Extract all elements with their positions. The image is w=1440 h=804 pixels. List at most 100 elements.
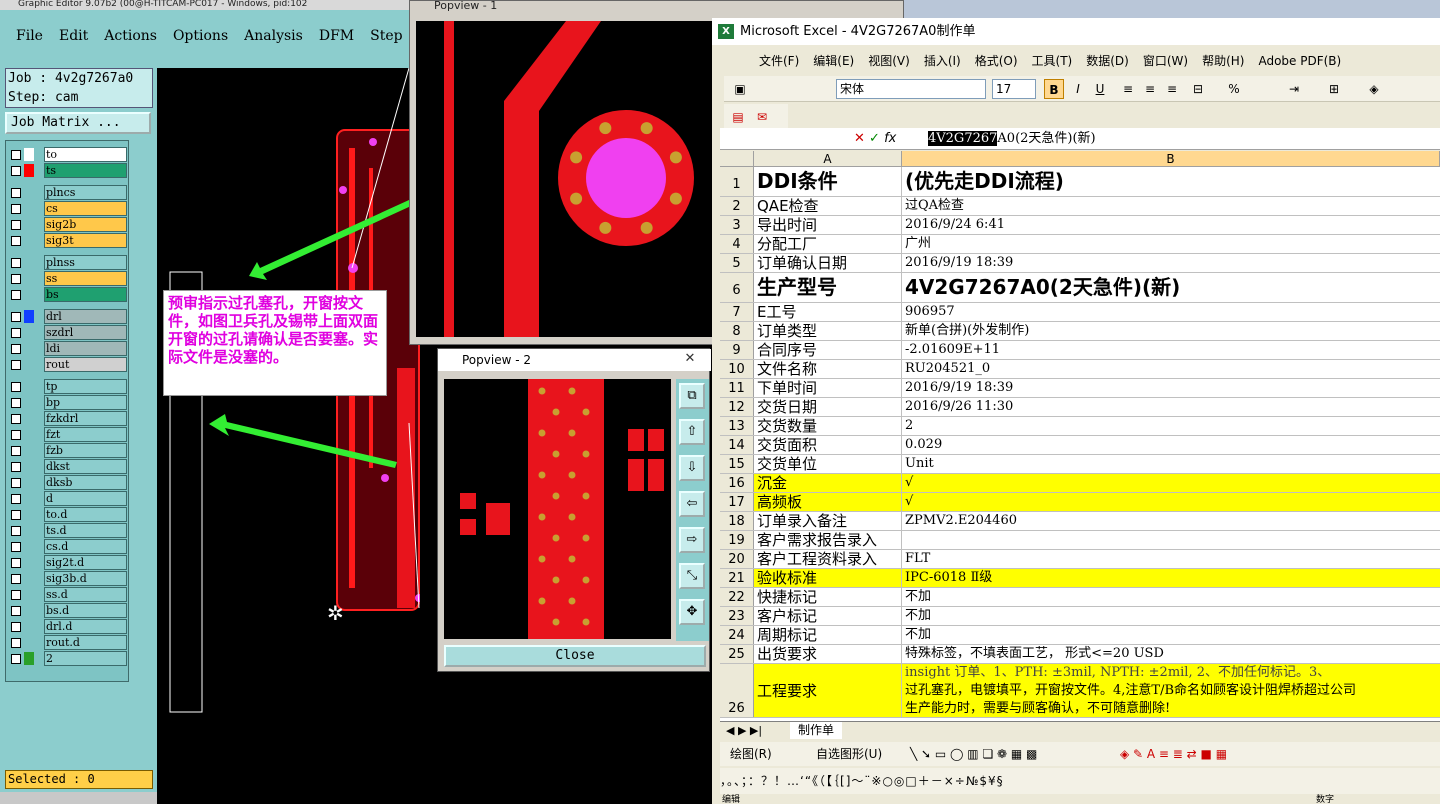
- layer-color-swatch[interactable]: [24, 380, 34, 393]
- menu-file-cn[interactable]: 文件(F): [752, 50, 806, 72]
- layer-row[interactable]: drl: [9, 309, 127, 324]
- menu-help-cn[interactable]: 帮助(H): [1195, 50, 1251, 72]
- menu-edit[interactable]: Edit: [51, 24, 96, 52]
- layer-color-swatch[interactable]: [24, 428, 34, 441]
- cell-a[interactable]: E工号: [754, 303, 902, 321]
- cell-a[interactable]: 分配工厂: [754, 235, 902, 253]
- cell-b[interactable]: 不加: [902, 626, 1440, 644]
- menu-file[interactable]: File: [8, 24, 51, 52]
- sheet-row[interactable]: 6 生产型号 4V2G7267A0(2天急件)(新): [720, 273, 1440, 303]
- draw-menu[interactable]: 绘图(R): [730, 742, 772, 766]
- autoshape-menu[interactable]: 自选图形(U): [816, 742, 882, 766]
- sheet-row[interactable]: 23 客户标记 不加: [720, 607, 1440, 626]
- layer-checkbox[interactable]: [11, 236, 21, 246]
- sheet-row[interactable]: 8 订单类型 新单(合拼)(外发制作): [720, 322, 1440, 341]
- layer-name[interactable]: fzt: [44, 427, 127, 442]
- cell-b[interactable]: 2016/9/19 18:39: [902, 254, 1440, 272]
- fill-color-icon[interactable]: ◈: [1364, 79, 1384, 99]
- layer-row[interactable]: fzt: [9, 427, 127, 442]
- tab-nav-icon[interactable]: ◀ ▶ ▶|: [726, 722, 762, 739]
- layer-checkbox[interactable]: [11, 510, 21, 520]
- layer-color-swatch[interactable]: [24, 396, 34, 409]
- font-color-icon[interactable]: ◈ ✎ A ≡ ≣ ⇄ ■ ▦: [1120, 742, 1227, 766]
- board-canvas[interactable]: ✲: [157, 67, 423, 804]
- cell-b[interactable]: FLT: [902, 550, 1440, 568]
- menu-dfm[interactable]: DFM: [311, 24, 362, 52]
- layer-color-swatch[interactable]: [24, 234, 34, 247]
- cell-b[interactable]: 过QA检查: [902, 197, 1440, 215]
- row-header[interactable]: 16: [720, 474, 754, 492]
- align-center-icon[interactable]: ≡: [1140, 79, 1160, 99]
- layer-row[interactable]: fzkdrl: [9, 411, 127, 426]
- layer-checkbox[interactable]: [11, 312, 21, 322]
- layer-color-swatch[interactable]: [24, 412, 34, 425]
- layer-color-swatch[interactable]: [24, 310, 34, 323]
- layer-checkbox[interactable]: [11, 622, 21, 632]
- row-header[interactable]: 8: [720, 322, 754, 340]
- cell-b[interactable]: 特殊标签，不填表面工艺， 形式<=20 USD: [902, 645, 1440, 663]
- row-header[interactable]: 15: [720, 455, 754, 473]
- sheet-tab[interactable]: 制作单: [790, 722, 843, 739]
- layer-row[interactable]: sig3b.d: [9, 571, 127, 586]
- sheet-row[interactable]: 21 验收标准 IPC-6018 Ⅱ级: [720, 569, 1440, 588]
- layer-color-swatch[interactable]: [24, 508, 34, 521]
- layer-row[interactable]: tp: [9, 379, 127, 394]
- layer-name[interactable]: bs.d: [44, 603, 127, 618]
- layer-name[interactable]: plncs: [44, 185, 127, 200]
- row-header[interactable]: 1: [720, 167, 754, 196]
- layer-checkbox[interactable]: [11, 654, 21, 664]
- pdf-icon[interactable]: ▤: [728, 107, 748, 127]
- cell-b[interactable]: [902, 531, 1440, 549]
- cell-b[interactable]: √: [902, 493, 1440, 511]
- layer-color-swatch[interactable]: [24, 636, 34, 649]
- layer-name[interactable]: sig3t: [44, 233, 127, 248]
- layer-row[interactable]: bp: [9, 395, 127, 410]
- symbol-toolbar[interactable]: ，。、；：？！…‘“《（【｛[]～¨※○◎□＋－×÷№$¥§: [720, 768, 1440, 794]
- sheet-row[interactable]: 15 交货单位 Unit: [720, 455, 1440, 474]
- layer-row[interactable]: ldi: [9, 341, 127, 356]
- zoom-fit-icon[interactable]: ⧉: [679, 383, 705, 409]
- cell-a[interactable]: DDI条件: [754, 167, 902, 196]
- sheet-row[interactable]: 10 文件名称 RU204521_0: [720, 360, 1440, 379]
- layer-checkbox[interactable]: [11, 188, 21, 198]
- row-header[interactable]: 12: [720, 398, 754, 416]
- layer-color-swatch[interactable]: [24, 492, 34, 505]
- align-right-icon[interactable]: ≡: [1162, 79, 1182, 99]
- layer-color-swatch[interactable]: [24, 524, 34, 537]
- cell-a[interactable]: 订单录入备注: [754, 512, 902, 530]
- sheet-row[interactable]: 17 高频板 √: [720, 493, 1440, 512]
- cell-a[interactable]: 交货面积: [754, 436, 902, 454]
- layer-name[interactable]: ss.d: [44, 587, 127, 602]
- layer-checkbox[interactable]: [11, 274, 21, 284]
- layer-name[interactable]: dksb: [44, 475, 127, 490]
- close-icon[interactable]: ✕: [682, 351, 698, 367]
- font-name-select[interactable]: 宋体: [836, 79, 986, 99]
- layer-color-swatch[interactable]: [24, 272, 34, 285]
- sheet-row[interactable]: 3 导出时间 2016/9/24 6:41: [720, 216, 1440, 235]
- job-matrix-button[interactable]: Job Matrix ...: [5, 112, 151, 134]
- menu-analysis[interactable]: Analysis: [236, 24, 311, 52]
- layer-row[interactable]: cs.d: [9, 539, 127, 554]
- layer-row[interactable]: dkst: [9, 459, 127, 474]
- zoom-in-icon[interactable]: ✥: [679, 599, 705, 625]
- layer-row[interactable]: sig2t.d: [9, 555, 127, 570]
- layer-name[interactable]: d: [44, 491, 127, 506]
- layer-checkbox[interactable]: [11, 430, 21, 440]
- row-header[interactable]: 25: [720, 645, 754, 663]
- layer-name[interactable]: drl.d: [44, 619, 127, 634]
- cell-a[interactable]: 订单确认日期: [754, 254, 902, 272]
- cell-a[interactable]: 交货单位: [754, 455, 902, 473]
- layer-checkbox[interactable]: [11, 204, 21, 214]
- row-header[interactable]: 5: [720, 254, 754, 272]
- formula-buttons[interactable]: ✕ ✓ fx: [854, 129, 914, 149]
- row-header[interactable]: 23: [720, 607, 754, 625]
- cell-a[interactable]: 沉金: [754, 474, 902, 492]
- row-header[interactable]: 9: [720, 341, 754, 359]
- cell-b-requirements[interactable]: insight 订单、1、PTH: ±3mil, NPTH: ±2mil, 2、…: [902, 664, 1440, 717]
- pdf-mail-icon[interactable]: ✉: [752, 107, 772, 127]
- row-header[interactable]: 24: [720, 626, 754, 644]
- cell-b[interactable]: RU204521_0: [902, 360, 1440, 378]
- menu-adobe-pdf[interactable]: Adobe PDF(B): [1251, 50, 1348, 72]
- menu-step[interactable]: Step: [362, 24, 410, 52]
- cell-a[interactable]: QAE检查: [754, 197, 902, 215]
